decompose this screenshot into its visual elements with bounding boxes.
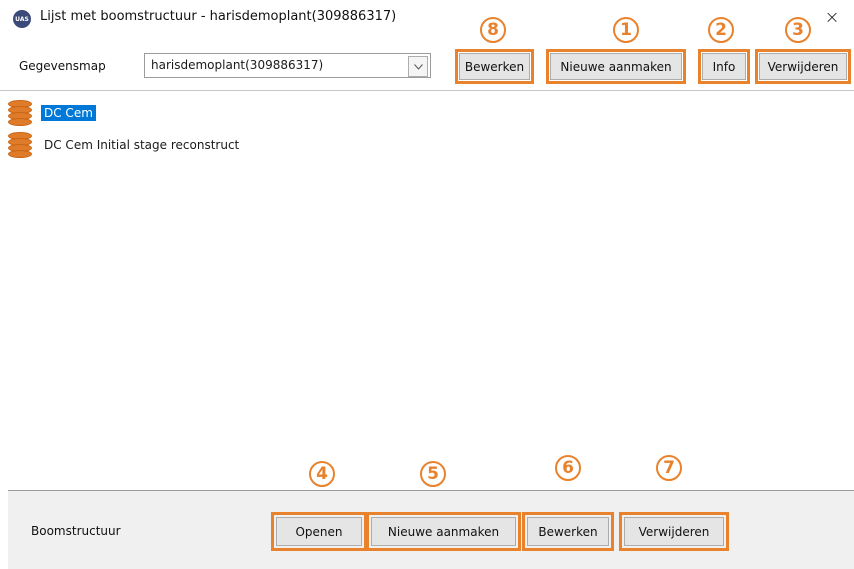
callout-marker-4: 4 xyxy=(309,461,335,487)
data-folder-select[interactable]: harisdemoplant(309886317) xyxy=(144,53,431,78)
edit-tree-button[interactable]: Bewerken xyxy=(527,517,609,546)
callout-marker-2: 2 xyxy=(708,17,734,43)
delete-folder-button[interactable]: Verwijderen xyxy=(759,53,847,80)
edit-folder-button[interactable]: Bewerken xyxy=(459,53,530,80)
new-tree-button[interactable]: Nieuwe aanmaken xyxy=(371,517,516,546)
tree-item-label[interactable]: DC Cem Initial stage reconstruct xyxy=(41,137,242,153)
callout-marker-8: 8 xyxy=(480,17,506,43)
chevron-down-icon[interactable] xyxy=(408,56,428,77)
data-folder-value: harisdemoplant(309886317) xyxy=(151,58,324,72)
delete-tree-button[interactable]: Verwijderen xyxy=(624,517,724,546)
close-icon[interactable]: × xyxy=(818,5,846,29)
data-folder-label: Gegevensmap xyxy=(19,59,106,73)
window-title: Lijst met boomstructuur - harisdemoplant… xyxy=(40,9,397,24)
callout-marker-7: 7 xyxy=(656,455,682,481)
callout-marker-6: 6 xyxy=(555,455,581,481)
database-icon xyxy=(8,100,32,126)
callout-marker-3: 3 xyxy=(785,17,811,43)
callout-marker-5: 5 xyxy=(420,461,446,487)
tree-item-label[interactable]: DC Cem xyxy=(41,105,96,121)
callout-marker-1: 1 xyxy=(613,17,639,43)
tree-structure-label: Boomstructuur xyxy=(31,524,121,538)
tree-item[interactable]: DC Cem Initial stage reconstruct xyxy=(8,132,242,158)
open-button[interactable]: Openen xyxy=(276,517,362,546)
tree-item[interactable]: DC Cem xyxy=(8,100,96,126)
database-icon xyxy=(8,132,32,158)
toolbar-divider xyxy=(0,90,854,91)
app-logo-icon: UAS xyxy=(13,10,31,28)
info-button[interactable]: Info xyxy=(702,53,746,80)
new-folder-button[interactable]: Nieuwe aanmaken xyxy=(550,53,682,80)
